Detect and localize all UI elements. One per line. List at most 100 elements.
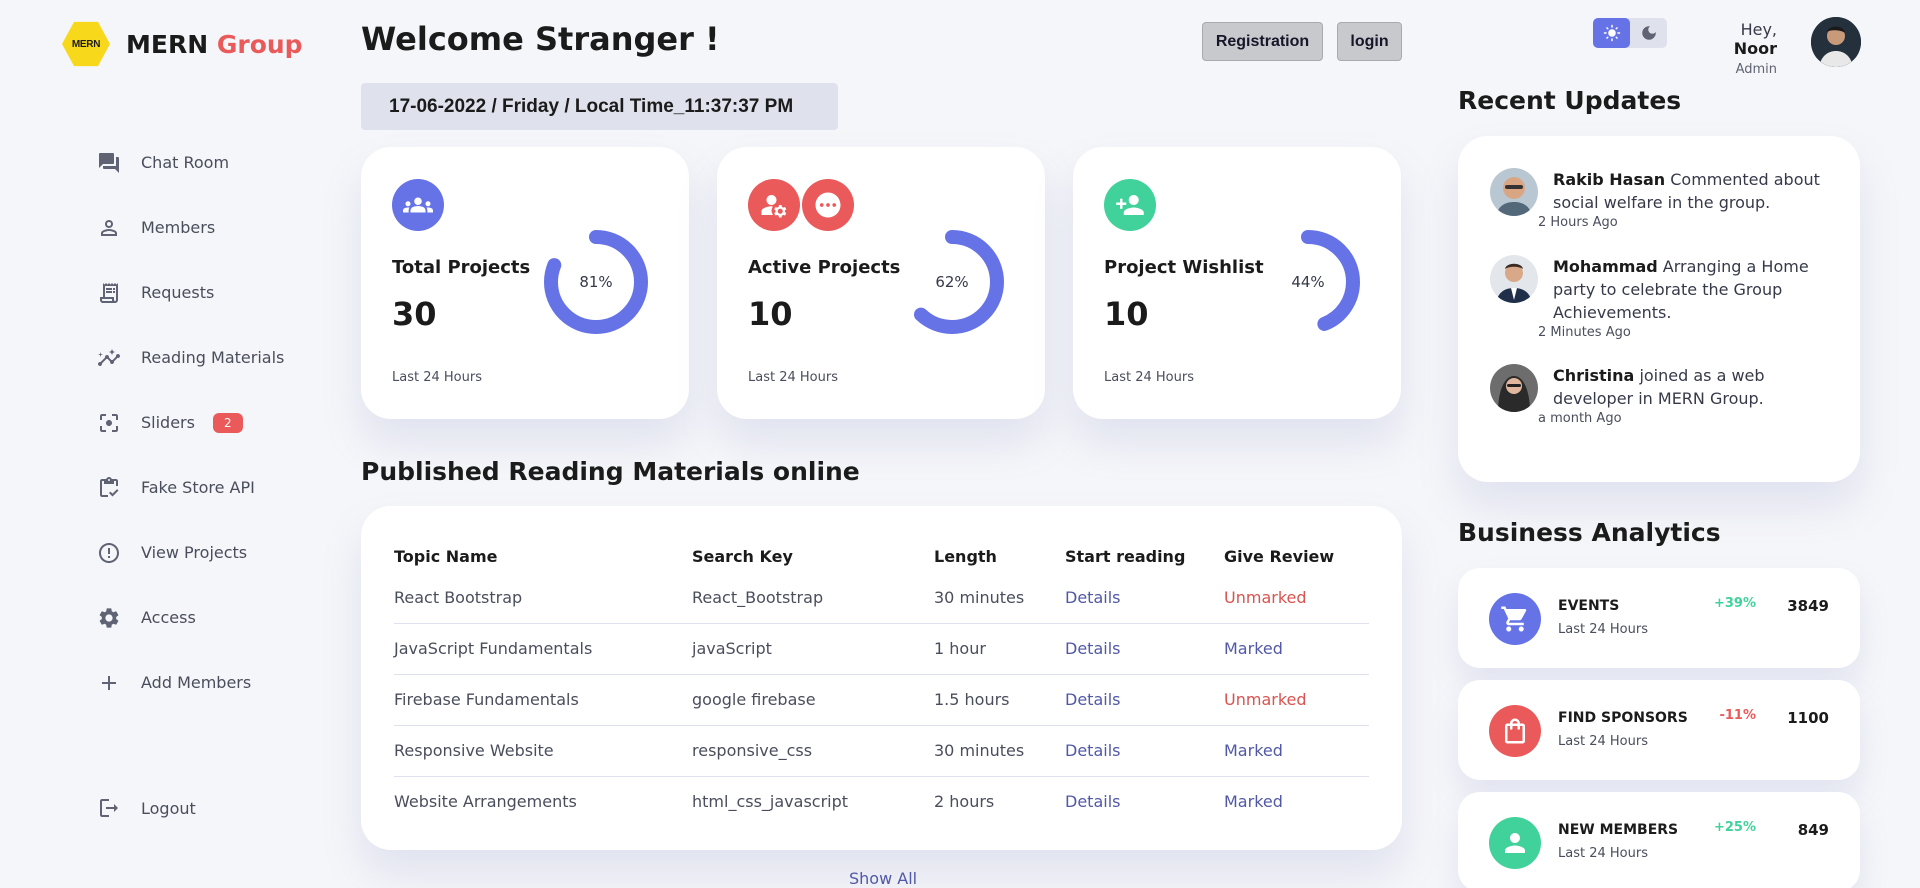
details-link[interactable]: Details [1065,623,1224,675]
registration-button[interactable]: Registration [1202,22,1323,61]
details-link[interactable]: Details [1065,776,1224,827]
review-status[interactable]: Marked [1224,725,1369,777]
analytics-item-find-sponsors[interactable]: FIND SPONSORS Last 24 Hours -11% 1100 [1458,680,1860,780]
review-status[interactable]: Unmarked [1224,572,1369,624]
manage-accounts-icon [748,179,800,231]
progress-percent: 44% [1291,273,1325,291]
details-link[interactable]: Details [1065,572,1224,624]
materials-table: Topic Name Search Key Length Start readi… [394,536,1369,827]
login-button[interactable]: login [1337,22,1402,61]
card-title: Project Wishlist [1104,257,1264,278]
shopping-bag-icon [1489,705,1541,757]
profile-info: Hey, Noor Admin [1700,20,1777,77]
show-all-link[interactable]: Show All [849,869,917,888]
avatar [1490,364,1538,412]
review-status[interactable]: Marked [1224,623,1369,675]
sidebar-item-label: Access [141,608,196,627]
table-row: Firebase Fundamentals google firebase 1.… [394,674,1369,726]
search-key-cell: google firebase [692,674,934,726]
analytics-value: 849 [1797,821,1829,839]
greeting: Hey, [1740,20,1777,39]
recent-updates-title: Recent Updates [1458,86,1682,115]
card-title: Active Projects [748,257,901,278]
column-header: Length [934,547,997,566]
sliders-count-badge: 2 [212,412,243,433]
clipboard-check-icon [96,475,122,501]
gear-icon [96,605,122,631]
date-time-display: 17-06-2022 / Friday / Local Time_11:37:3… [361,83,838,130]
sidebar-nav: Chat Room Members Requests Reading Mater… [96,130,326,715]
sidebar-item-requests[interactable]: Requests [96,260,326,325]
topic-cell: React Bootstrap [394,572,692,624]
dark-mode-button[interactable] [1630,18,1667,48]
update-item: Mohammad Arranging a Home party to celeb… [1490,255,1830,340]
active-projects-card: Active Projects 10 Last 24 Hours 62% [717,147,1045,419]
progress-percent: 81% [579,273,613,291]
card-subtitle: Last 24 Hours [748,370,838,385]
sidebar-item-label: Members [141,218,216,237]
chat-icon [96,150,122,176]
groups-icon [392,179,444,231]
table-row: JavaScript Fundamentals javaScript 1 hou… [394,623,1369,675]
column-header: Search Key [692,547,793,566]
insights-icon [96,345,122,371]
card-count: 10 [1104,295,1149,333]
user-name: Noor [1733,39,1777,58]
topic-cell: Website Arrangements [394,792,577,812]
avatar [1490,255,1538,303]
light-mode-button[interactable] [1593,18,1630,48]
sidebar-item-access[interactable]: Access [96,585,326,650]
sidebar-item-reading-materials[interactable]: Reading Materials [96,325,326,390]
sidebar-item-sliders[interactable]: Sliders 2 [96,390,326,455]
card-count: 10 [748,295,793,333]
card-subtitle: Last 24 Hours [1104,370,1194,385]
analytics-change: +25% [1713,820,1756,835]
column-header: Topic Name [394,547,498,566]
sidebar-item-label: Sliders [141,413,195,432]
search-key-cell: html_css_javascript [692,792,849,812]
review-status[interactable]: Marked [1224,776,1369,827]
update-author: Rakib Hasan [1553,170,1666,189]
analytics-item-events[interactable]: EVENTS Last 24 Hours +39% 3849 [1458,568,1860,668]
card-subtitle: Last 24 Hours [392,370,482,385]
sidebar-item-fake-store-api[interactable]: Fake Store API [96,455,326,520]
table-header-row: Topic Name Search Key Length Start readi… [394,536,1369,572]
more-horiz-icon [802,179,854,231]
theme-toggle[interactable] [1593,18,1667,48]
review-status[interactable]: Unmarked [1224,674,1369,726]
logout-button[interactable]: Logout [96,795,196,821]
details-link[interactable]: Details [1065,674,1224,726]
brand-logo[interactable]: MERN MERN Group [62,20,303,68]
analytics-name: NEW MEMBERS [1558,822,1679,838]
analytics-subtitle: Last 24 Hours [1558,622,1648,637]
sidebar-item-members[interactable]: Members [96,195,326,260]
error-icon [96,540,122,566]
plus-icon [96,670,122,696]
topic-cell: Firebase Fundamentals [394,674,692,726]
sidebar-item-label: Add Members [141,673,252,692]
sidebar-item-chat-room[interactable]: Chat Room [96,130,326,195]
analytics-value: 1100 [1787,709,1829,727]
update-item: Christina joined as a web developer in M… [1490,364,1830,426]
person-icon [1489,817,1541,869]
sidebar-item-label: View Projects [141,543,248,562]
sidebar-item-view-projects[interactable]: View Projects [96,520,326,585]
sidebar-item-label: Reading Materials [141,348,285,367]
card-count: 30 [392,295,437,333]
analytics-name: EVENTS [1558,598,1620,614]
mern-logo-icon: MERN [62,21,110,67]
brand-name-accent: Group [216,29,303,59]
brand-name-main: MERN [126,29,209,59]
person-icon [96,215,122,241]
page-title: Welcome Stranger ! [361,20,720,58]
analytics-item-new-members[interactable]: NEW MEMBERS Last 24 Hours +25% 849 [1458,792,1860,888]
sidebar-item-add-members[interactable]: Add Members [96,650,326,715]
avatar[interactable] [1811,17,1861,67]
update-time: 2 Minutes Ago [1538,325,1631,340]
logout-icon [96,795,122,821]
cart-icon [1489,593,1541,645]
business-analytics-title: Business Analytics [1458,518,1721,547]
user-role: Admin [1735,62,1777,77]
recent-updates-card: Rakib Hasan Commented about social welfa… [1458,136,1860,482]
details-link[interactable]: Details [1065,725,1224,777]
